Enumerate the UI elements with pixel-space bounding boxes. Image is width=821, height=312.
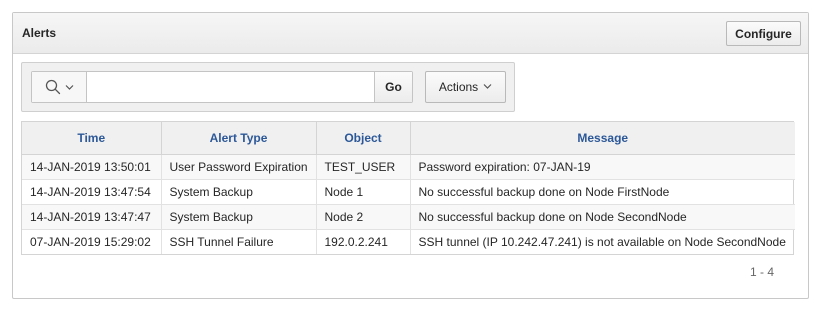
cell-message: No successful backup done on Node FirstN… [410, 179, 795, 205]
cell-time: 14-JAN-2019 13:47:47 [22, 204, 162, 230]
configure-button[interactable]: Configure [726, 21, 801, 46]
pagination-range: 1 - 4 [749, 265, 774, 279]
cell-alert-type: SSH Tunnel Failure [161, 229, 317, 254]
region-header: Alerts Configure [13, 13, 808, 54]
table-row: 14-JAN-2019 13:50:01 User Password Expir… [22, 154, 795, 180]
cell-object: Node 1 [316, 179, 411, 205]
alerts-table: Time Alert Type Object Message 14-JAN-20… [21, 121, 795, 255]
search-column-selector[interactable] [32, 72, 87, 102]
go-button[interactable]: Go [374, 72, 412, 102]
search-input[interactable] [87, 72, 374, 102]
cell-time: 14-JAN-2019 13:47:54 [22, 179, 162, 205]
actions-label: Actions [438, 80, 479, 94]
column-header-time[interactable]: Time [22, 122, 162, 155]
cell-object: 192.0.2.241 [316, 229, 411, 254]
cell-time: 14-JAN-2019 13:50:01 [22, 154, 162, 180]
cell-object: TEST_USER [316, 154, 411, 180]
chevron-down-icon [65, 83, 74, 92]
cell-message: Password expiration: 07-JAN-19 [410, 154, 795, 180]
cell-message: SSH tunnel (IP 10.242.47.241) is not ava… [418, 234, 786, 249]
cell-message: No successful backup done on Node Second… [410, 204, 795, 230]
table-row: 07-JAN-2019 15:29:02 SSH Tunnel Failure … [22, 229, 795, 254]
report-toolbar: Go Actions [21, 62, 515, 112]
cell-time: 07-JAN-2019 15:29:02 [22, 229, 162, 254]
cell-alert-type: User Password Expiration [161, 154, 317, 180]
column-header-object[interactable]: Object [316, 122, 411, 155]
column-header-alert-type[interactable]: Alert Type [161, 122, 317, 155]
table-row: 14-JAN-2019 13:47:47 System Backup Node … [22, 204, 795, 230]
cell-alert-type: System Backup [161, 179, 317, 205]
cell-object: Node 2 [316, 204, 411, 230]
search-bar: Go [31, 71, 413, 103]
column-header-message[interactable]: Message [410, 122, 795, 155]
chevron-down-icon [483, 80, 492, 94]
alerts-region: Alerts Configure Go Actions Time Alert T… [12, 12, 809, 299]
table-row: 14-JAN-2019 13:47:54 System Backup Node … [22, 179, 795, 205]
actions-menu-button[interactable]: Actions [425, 71, 506, 103]
table-header-row: Time Alert Type Object Message [22, 122, 795, 155]
cell-alert-type: System Backup [161, 204, 317, 230]
search-icon [45, 79, 61, 95]
region-title: Alerts [22, 26, 57, 40]
